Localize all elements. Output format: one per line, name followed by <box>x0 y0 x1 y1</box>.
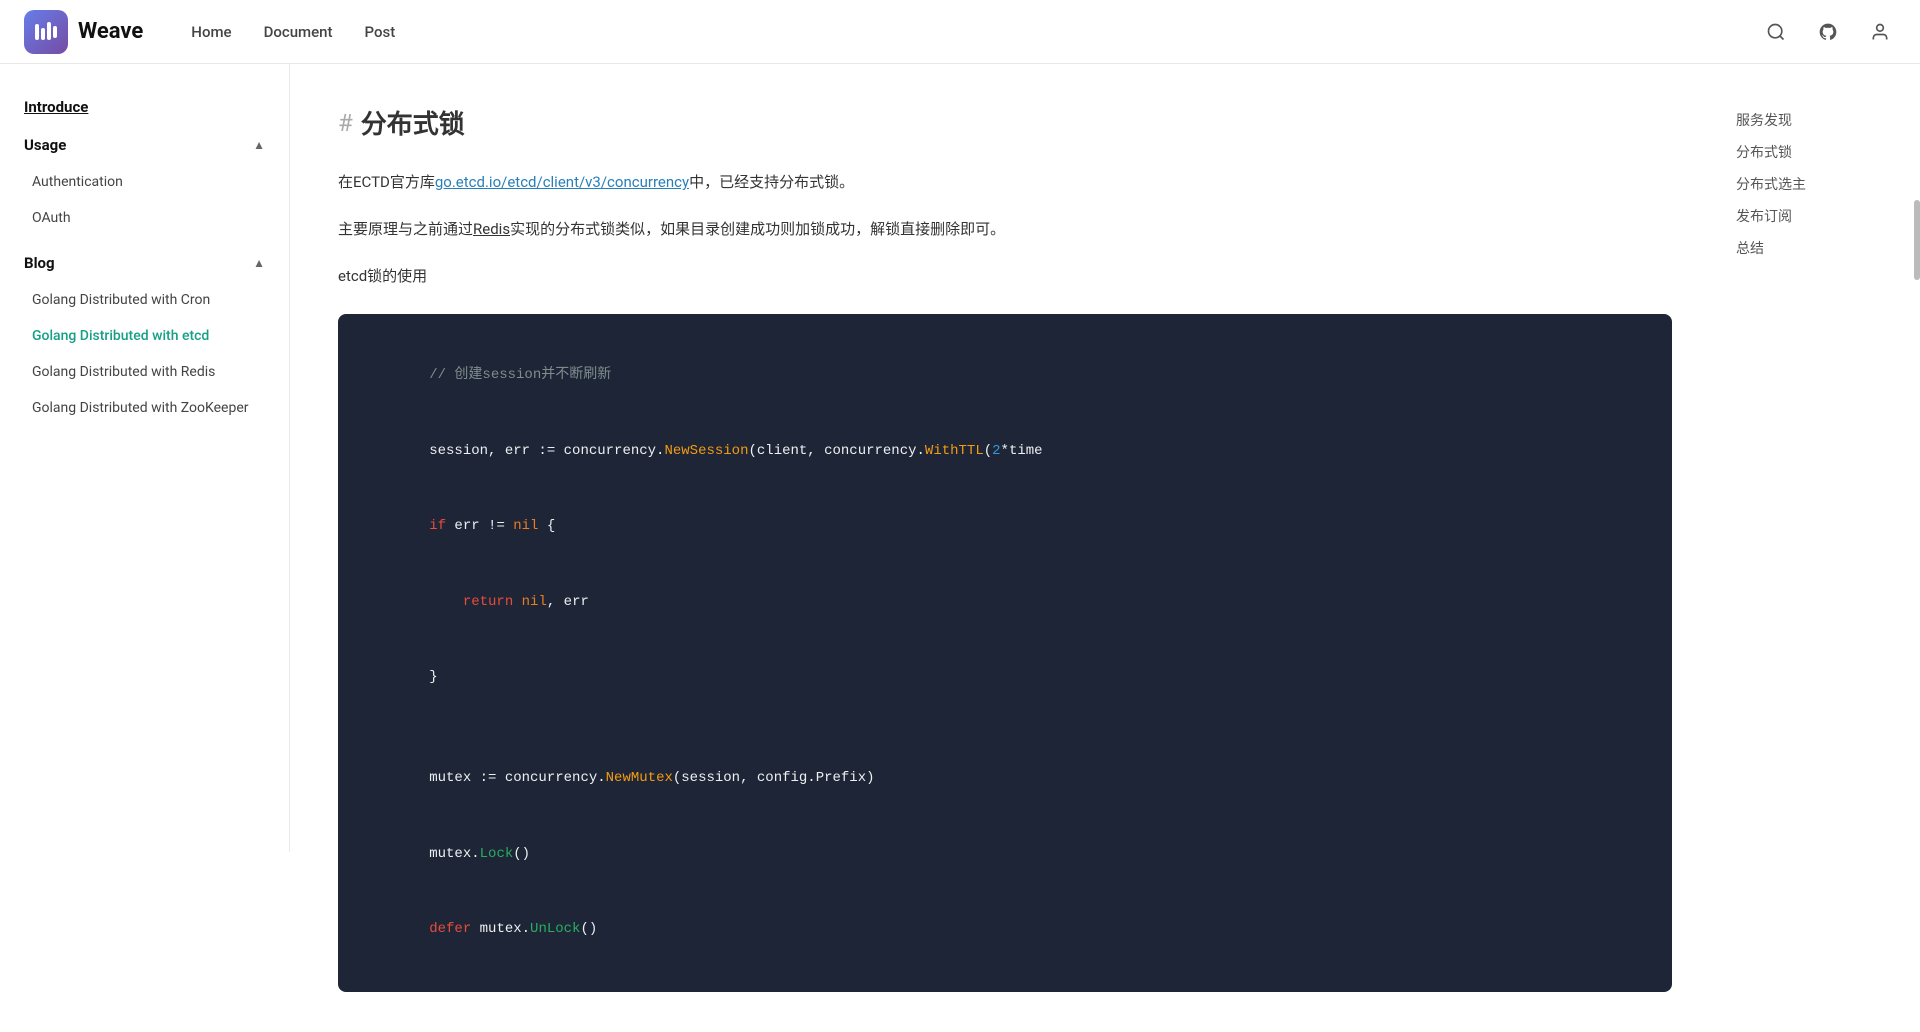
header-actions <box>1760 16 1896 48</box>
title-text: 分布式锁 <box>361 104 465 141</box>
paragraph-1: 在ECTD官方库go.etcd.io/etcd/client/v3/concur… <box>338 169 1672 196</box>
sidebar: Introduce Usage ▲ Authentication OAuth B… <box>0 64 290 852</box>
code-line-4: return nil, err <box>362 565 1648 641</box>
sidebar-item-cron[interactable]: Golang Distributed with Cron <box>0 282 289 318</box>
page-title: # 分布式锁 <box>338 104 1672 141</box>
sidebar-section-usage: Usage ▲ Authentication OAuth <box>0 126 289 236</box>
sidebar-section-usage-header[interactable]: Usage ▲ <box>0 126 289 164</box>
code-line-2: session, err := concurrency.NewSession(c… <box>362 414 1648 490</box>
toc-item-3[interactable]: 分布式选主 <box>1736 168 1904 200</box>
logo-text: Weave <box>78 19 143 44</box>
sidebar-item-oauth[interactable]: OAuth <box>0 200 289 236</box>
toc-item-1[interactable]: 服务发现 <box>1736 104 1904 136</box>
logo-link[interactable]: Weave <box>24 10 143 54</box>
chevron-up-icon-blog: ▲ <box>253 256 265 270</box>
header: Weave Home Document Post <box>0 0 1920 64</box>
sidebar-item-zookeeper[interactable]: Golang Distributed with ZooKeeper <box>0 390 289 426</box>
nav-home[interactable]: Home <box>191 23 231 41</box>
scrollbar-indicator <box>1914 200 1920 280</box>
redis-text: Redis <box>473 220 510 238</box>
logo-svg <box>32 18 60 46</box>
chevron-up-icon: ▲ <box>253 138 265 152</box>
toc-item-5[interactable]: 总结 <box>1736 232 1904 264</box>
etcd-link[interactable]: go.etcd.io/etcd/client/v3/concurrency <box>435 173 689 191</box>
user-icon <box>1870 22 1890 42</box>
github-icon <box>1818 22 1838 42</box>
layout: Introduce Usage ▲ Authentication OAuth B… <box>0 64 1920 1032</box>
toc-item-4[interactable]: 发布订阅 <box>1736 200 1904 232</box>
sidebar-item-authentication[interactable]: Authentication <box>0 164 289 200</box>
user-button[interactable] <box>1864 16 1896 48</box>
code-line-3: if err != nil { <box>362 489 1648 565</box>
code-line-6: mutex := concurrency.NewMutex(session, c… <box>362 741 1648 817</box>
nav-post[interactable]: Post <box>364 23 395 41</box>
search-icon <box>1766 22 1786 42</box>
sidebar-section-blog: Blog ▲ Golang Distributed with Cron Gola… <box>0 244 289 426</box>
header-nav: Home Document Post <box>191 23 1760 41</box>
github-button[interactable] <box>1812 16 1844 48</box>
sidebar-section-blog-header[interactable]: Blog ▲ <box>0 244 289 282</box>
sidebar-section-usage-label: Usage <box>24 136 66 154</box>
sidebar-item-etcd[interactable]: Golang Distributed with etcd <box>0 318 289 354</box>
sidebar-section-blog-label: Blog <box>24 254 55 272</box>
code-comment-1: // 创建session并不断刷新 <box>429 367 611 383</box>
paragraph-2: 主要原理与之前通过Redis实现的分布式锁类似，如果目录创建成功则加锁成功，解锁… <box>338 216 1672 243</box>
toc-item-2[interactable]: 分布式锁 <box>1736 136 1904 168</box>
table-of-contents: 服务发现 分布式锁 分布式选主 发布订阅 总结 <box>1720 64 1920 852</box>
code-line-blank <box>362 716 1648 741</box>
code-line-1: // 创建session并不断刷新 <box>362 338 1648 414</box>
main-content: # 分布式锁 在ECTD官方库go.etcd.io/etcd/client/v3… <box>290 64 1720 1032</box>
title-hash: # <box>338 109 353 137</box>
search-button[interactable] <box>1760 16 1792 48</box>
sidebar-item-introduce[interactable]: Introduce <box>0 88 289 126</box>
code-line-5: } <box>362 640 1648 716</box>
paragraph-3: etcd锁的使用 <box>338 263 1672 290</box>
logo-icon <box>24 10 68 54</box>
nav-document[interactable]: Document <box>264 23 333 41</box>
sidebar-item-redis[interactable]: Golang Distributed with Redis <box>0 354 289 390</box>
code-line-7: mutex.Lock() <box>362 817 1648 893</box>
code-line-8: defer mutex.UnLock() <box>362 892 1648 968</box>
code-block: // 创建session并不断刷新 session, err := concur… <box>338 314 1672 992</box>
